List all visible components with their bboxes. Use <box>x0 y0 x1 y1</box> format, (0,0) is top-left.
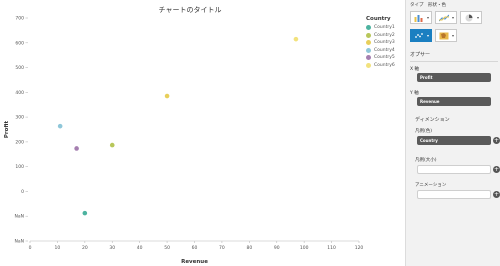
scatter-chart-icon <box>415 33 423 38</box>
x-tick-label: 40 <box>137 245 143 251</box>
x-axis-label: X 軸 <box>410 67 420 72</box>
y-tick-label: NaN <box>15 214 25 220</box>
line-chart-icon <box>439 14 449 22</box>
y-tick-label: 100 <box>15 164 24 170</box>
x-tick-label: 60 <box>192 245 198 251</box>
legend-label: Country6 <box>374 62 395 68</box>
x-axis-title: Revenue <box>181 259 208 265</box>
x-tick-label: 90 <box>274 245 280 251</box>
x-tick-label: 20 <box>82 245 88 251</box>
data-point <box>82 210 88 216</box>
size-legend-field[interactable] <box>417 165 491 174</box>
data-point <box>57 123 63 129</box>
animation-field[interactable] <box>417 190 491 199</box>
legend-item[interactable]: Country1 <box>366 24 395 32</box>
tab-options[interactable]: オプサー <box>410 51 430 58</box>
dimension-label: ディメンション <box>415 117 450 123</box>
y-tick-label: 200 <box>15 139 24 145</box>
legend: Country Country1 Country2 Country3 Country4… <box>366 16 395 69</box>
y-axis-field[interactable]: Revenue <box>417 97 491 106</box>
y-tick-label: 600 <box>15 40 24 46</box>
legend-swatch <box>366 55 371 61</box>
legend-label: Country1 <box>374 25 395 31</box>
legend-label: Country2 <box>374 32 395 38</box>
add-animation-field-icon[interactable]: + <box>493 191 500 198</box>
chevron-down-icon: ▾ <box>451 33 454 38</box>
bar-chart-type-button[interactable]: ▾ <box>410 11 432 24</box>
legend-label: Country5 <box>374 55 395 61</box>
bar-chart-icon <box>414 15 423 22</box>
legend-item[interactable]: Country6 <box>366 62 395 70</box>
legend-swatch <box>366 25 371 31</box>
chevron-down-icon: ▾ <box>476 15 479 20</box>
data-point <box>164 93 170 99</box>
color-legend-field[interactable]: Country <box>417 136 491 145</box>
panel-header: タイプ 形状・色 <box>410 3 446 8</box>
data-point <box>109 142 115 148</box>
data-point <box>293 36 299 42</box>
legend-item[interactable]: Country5 <box>366 54 395 62</box>
x-tick-label: 110 <box>327 245 336 251</box>
legend-swatch <box>366 62 371 68</box>
scatter-chart: 0 10 20 30 40 50 60 70 80 90 100 110 120 NaN NaN 0 100 20… <box>4 16 364 266</box>
y-axis-label: Y 軸 <box>410 91 419 96</box>
line-chart-type-button[interactable]: ▾ <box>435 11 457 24</box>
x-tick-label: 0 <box>29 245 32 251</box>
legend-label: Country3 <box>374 40 395 46</box>
x-tick-label: 100 <box>300 245 309 251</box>
y-axis-value: Revenue <box>420 99 440 104</box>
x-tick-label: 120 <box>355 245 364 251</box>
x-tick-label: 80 <box>246 245 252 251</box>
legend-swatch <box>366 40 371 46</box>
legend-swatch <box>366 47 371 53</box>
size-legend-label: 凡例(大小) <box>415 158 437 163</box>
y-tick-label: 0 <box>21 189 24 195</box>
chart-area: 0 10 20 30 40 50 60 70 80 90 100 110 120 NaN NaN 0 100 20… <box>0 0 405 266</box>
x-axis-value: Profit <box>420 75 433 80</box>
y-tick-label: 700 <box>15 16 24 22</box>
map-icon <box>439 32 449 40</box>
legend-items: Country1 Country2 Country3 Country4 Country5… <box>366 24 395 69</box>
add-color-field-icon[interactable]: + <box>493 137 500 144</box>
y-tick-label: 300 <box>15 115 24 121</box>
divider <box>410 61 498 62</box>
y-tick-label: 400 <box>15 90 24 96</box>
legend-title: Country <box>366 16 391 22</box>
y-axis-title: Profit <box>4 121 10 139</box>
chart-title: チャートのタイトル <box>158 6 222 14</box>
color-legend-value: Country <box>420 138 438 143</box>
chevron-down-icon: ▾ <box>426 15 429 20</box>
animation-label: アニメーション <box>415 183 447 188</box>
y-tick-label: NaN <box>15 239 25 245</box>
x-tick-label: 30 <box>109 245 115 251</box>
legend-item[interactable]: Country2 <box>366 32 395 40</box>
map-chart-type-button[interactable]: ▾ <box>435 29 457 42</box>
add-size-field-icon[interactable]: + <box>493 166 500 173</box>
chevron-down-icon: ▾ <box>426 33 429 38</box>
color-legend-label: 凡例(色) <box>415 129 433 134</box>
x-axis-field[interactable]: Profit <box>417 73 491 82</box>
data-point <box>74 146 79 151</box>
settings-panel: タイプ 形状・色 ▾ ▾ ▾ ▾ ▾ オプサー X 軸 Profit Y 軸 R… <box>405 0 500 266</box>
chevron-down-icon: ▾ <box>451 15 454 20</box>
pie-chart-type-button[interactable]: ▾ <box>460 11 482 24</box>
legend-item[interactable]: Country4 <box>366 47 395 55</box>
y-tick-label: 500 <box>15 65 24 71</box>
pie-chart-icon <box>465 14 473 22</box>
scatter-chart-type-button[interactable]: ▾ <box>410 29 432 42</box>
x-tick-label: 50 <box>164 245 170 251</box>
x-tick-label: 10 <box>55 245 61 251</box>
legend-swatch <box>366 32 371 38</box>
legend-item[interactable]: Country3 <box>366 39 395 47</box>
legend-label: Country4 <box>374 47 395 53</box>
x-tick-label: 70 <box>219 245 225 251</box>
